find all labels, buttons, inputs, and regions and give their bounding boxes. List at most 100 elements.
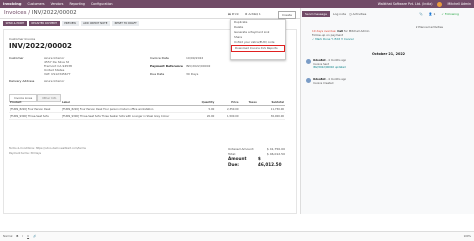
customer-label: Customer bbox=[9, 56, 24, 60]
delivery-address-label: Delivery Address bbox=[9, 79, 35, 83]
main-menu: Customers Vendors Reporting Configuratio… bbox=[27, 2, 112, 6]
attachment-icon[interactable]: 📎 bbox=[419, 12, 423, 16]
mark-done-link[interactable]: ✓ Mark Done bbox=[312, 37, 330, 41]
add-credit-note-button[interactable]: Add Credit Note bbox=[80, 21, 110, 27]
message-line: Invoice Created bbox=[313, 81, 334, 85]
app-title[interactable]: Invoicing bbox=[3, 2, 21, 6]
company-switcher[interactable]: Walkthat Software Pvt. Ltd. (India) bbox=[378, 2, 433, 6]
cell-quantity: 5.00 bbox=[189, 105, 216, 114]
user-avatar[interactable] bbox=[437, 1, 443, 7]
send-message-button[interactable]: Send message bbox=[302, 11, 330, 18]
menu-configuration[interactable]: Configuration bbox=[91, 2, 113, 6]
breadcrumb: Invoices / INV/2022/00002 bbox=[4, 10, 77, 16]
activities-button[interactable]: ◷ Activities bbox=[349, 12, 366, 16]
navbar-right: Walkthat Software Pvt. Ltd. (India) Mitc… bbox=[378, 1, 471, 7]
cell-price: 1,500.00 bbox=[215, 112, 240, 120]
message-line[interactable]: INV/2022/00002 updated bbox=[313, 66, 346, 70]
following-button[interactable]: ✓ Following bbox=[441, 12, 459, 16]
customer-vat: VAT: US12345677 bbox=[44, 72, 71, 76]
delivery-address-field[interactable]: Azure Interior bbox=[44, 79, 64, 83]
table-row[interactable]: [FURN_8220] Four Person Desk [FURN_8220]… bbox=[9, 105, 285, 114]
message-body: OdooBot - 4 months ago Invoice Created bbox=[313, 78, 346, 85]
zoom-level[interactable]: 100% bbox=[464, 235, 471, 238]
chatter-topbar: Send message Log note ◷ Activities bbox=[302, 11, 366, 18]
due-date-field[interactable]: 30 Days bbox=[186, 72, 198, 76]
totals-box: Untaxed Amount: $ 41,750.00 Total: $ 46,… bbox=[228, 147, 285, 168]
terms-link[interactable]: Terms & Conditions: https://odoo-demo.wa… bbox=[9, 147, 86, 150]
activities-label: Activities bbox=[352, 12, 367, 17]
invoice-number: INV/2022/00002 bbox=[9, 42, 72, 50]
message-body: OdooBot - 4 months ago Invoice Sent INV/… bbox=[313, 59, 346, 70]
cell-label: [FURN_9300] Three-Seat Sofa Three Seater… bbox=[61, 112, 189, 120]
activity-buttons: ✓ Mark Done ✎ Edit ✕ Cancel bbox=[312, 37, 369, 42]
menu-customers[interactable]: Customers bbox=[27, 2, 44, 6]
underline-icon[interactable]: U bbox=[27, 235, 29, 238]
invoice-type-label: Customer Invoice bbox=[9, 37, 36, 41]
planned-activities-toggle[interactable]: ▾ Planned activities bbox=[416, 25, 443, 29]
cancel-activity-link[interactable]: ✕ Cancel bbox=[341, 37, 354, 41]
payment-reference-label: Payment Reference bbox=[150, 64, 183, 68]
send-print-button[interactable]: Send & Print bbox=[3, 21, 27, 27]
chatter-message: OdooBot - 4 months ago Invoice Created bbox=[306, 78, 346, 85]
breadcrumb-current: INV/2022/00002 bbox=[31, 10, 77, 16]
breadcrumb-separator: / bbox=[28, 10, 31, 16]
message-time: - 4 months ago bbox=[326, 78, 347, 81]
pager[interactable]: 1 / 1 bbox=[254, 12, 261, 16]
register-payment-button[interactable]: Register Payment bbox=[28, 21, 60, 27]
reset-to-draft-button[interactable]: Reset to Draft bbox=[111, 21, 140, 27]
chatter-message: OdooBot - 4 months ago Invoice Sent INV/… bbox=[306, 59, 346, 70]
avatar bbox=[306, 78, 311, 83]
customer-field[interactable]: Azure Interior 4557 De Silva St Fremont … bbox=[44, 56, 72, 76]
message-author: OdooBot bbox=[313, 78, 326, 81]
date-separator: October 21, 2022 bbox=[372, 52, 406, 56]
amount-due-label: Amount Due: bbox=[228, 156, 247, 167]
invoice-date-field[interactable]: 10/09/2022 bbox=[186, 56, 203, 60]
cell-taxes bbox=[239, 112, 258, 120]
italic-icon[interactable]: I bbox=[22, 235, 23, 238]
payment-terms-note: Payment terms: 30 Days bbox=[9, 152, 41, 155]
message-author: OdooBot bbox=[313, 59, 326, 62]
planned-activities-label: Planned activities bbox=[418, 25, 444, 29]
cell-label: [FURN_8220] Four Person Desk Four person… bbox=[61, 105, 189, 114]
menu-item-download-xls-report[interactable]: Download Invoice XLS Reports bbox=[231, 44, 285, 52]
amount-due: $ 46,012.50 bbox=[257, 156, 282, 167]
user-name[interactable]: Mitchell Admin bbox=[447, 2, 471, 6]
amount-due-row: Amount Due: $ 46,012.50 bbox=[228, 156, 285, 168]
print-menu[interactable]: 🖶 Print bbox=[228, 12, 239, 17]
preview-button[interactable]: Preview bbox=[61, 21, 79, 27]
create-button[interactable]: Create bbox=[278, 11, 296, 19]
cell-subtotal: 11,750.00 bbox=[257, 105, 285, 114]
cell-subtotal: 30,000.00 bbox=[257, 112, 285, 120]
following-label: Following bbox=[444, 12, 459, 16]
table-row[interactable]: [FURN_9300] Three-Seat Sofa [FURN_9300] … bbox=[9, 112, 285, 120]
cell-taxes bbox=[239, 105, 258, 114]
cell-price: 2,350.00 bbox=[215, 105, 240, 114]
button-bar: Send & Print Register Payment Preview Ad… bbox=[3, 21, 140, 27]
activity-item: 10 days overdue: Call for Mitchell Admin… bbox=[312, 29, 369, 42]
terms-and-conditions: Terms & Conditions: https://odoo-demo.wa… bbox=[9, 147, 86, 155]
bold-icon[interactable]: B bbox=[16, 235, 18, 238]
print-label: Print bbox=[231, 12, 239, 16]
menu-reporting[interactable]: Reporting bbox=[69, 2, 85, 6]
followers-count[interactable]: 👤 1 bbox=[429, 12, 436, 16]
cell-quantity: 20.00 bbox=[189, 112, 216, 120]
menu-vendors[interactable]: Vendors bbox=[51, 2, 64, 6]
avatar bbox=[306, 59, 311, 64]
action-dropdown: Duplicate Delete Generate a Payment Link… bbox=[230, 19, 286, 60]
cell-product: [FURN_9300] Three-Seat Sofa bbox=[9, 112, 61, 120]
edit-activity-link[interactable]: ✎ Edit bbox=[331, 37, 340, 41]
invoice-date-label: Invoice Date bbox=[150, 56, 169, 60]
log-note-button[interactable]: Log note bbox=[333, 12, 346, 16]
cell-product: [FURN_8220] Four Person Desk bbox=[9, 105, 61, 114]
payment-reference-field[interactable]: INV/2022/00002 bbox=[186, 64, 210, 68]
chatter-follow: 📎 👤 1 ✓ Following bbox=[419, 12, 459, 16]
link-icon[interactable]: 🔗 bbox=[33, 235, 36, 238]
due-date-label: Due Date bbox=[150, 72, 165, 76]
followers-number: 1 bbox=[433, 12, 436, 16]
status-bar: Normal B I U 🔗 100% bbox=[0, 231, 474, 241]
breadcrumb-parent[interactable]: Invoices bbox=[4, 10, 27, 16]
message-time: - 4 months ago bbox=[326, 59, 347, 62]
invoice-lines-table: Product Label Quantity Price Taxes Subto… bbox=[9, 100, 285, 120]
paragraph-style[interactable]: Normal bbox=[3, 235, 12, 238]
top-navbar: Invoicing Customers Vendors Reporting Co… bbox=[0, 0, 474, 8]
